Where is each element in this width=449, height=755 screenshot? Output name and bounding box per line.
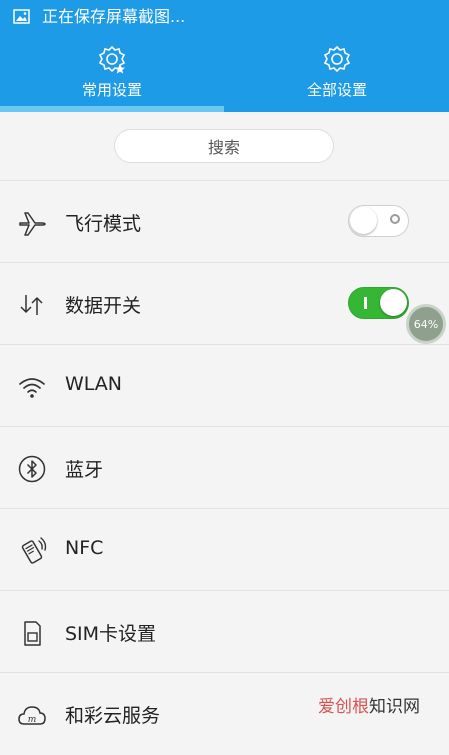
gear-icon — [323, 45, 351, 73]
wifi-icon — [19, 378, 45, 398]
setting-label: 飞行模式 — [65, 213, 142, 235]
setting-data-switch[interactable]: 数据开关 — [0, 263, 449, 345]
setting-nfc[interactable]: NFC — [0, 509, 449, 591]
setting-label: 数据开关 — [65, 295, 142, 317]
airplane-mode-toggle[interactable] — [348, 205, 409, 237]
bluetooth-icon — [18, 455, 46, 483]
gear-star-icon — [98, 45, 126, 74]
airplane-icon — [19, 212, 46, 236]
tab-label: 常用设置 — [81, 81, 142, 99]
floating-percentage-badge[interactable]: 64% — [406, 304, 446, 344]
toggle-off-mark — [390, 214, 400, 224]
setting-label: WLAN — [65, 373, 123, 395]
setting-label: SIM卡设置 — [65, 623, 157, 645]
tab-all-settings[interactable]: 全部设置 — [225, 40, 449, 106]
toggle-knob — [350, 207, 377, 234]
setting-airplane-mode[interactable]: 飞行模式 — [0, 181, 449, 263]
status-text: 正在保存屏幕截图... — [42, 7, 186, 26]
tab-label: 全部设置 — [306, 81, 367, 99]
header: 正在保存屏幕截图... 常用设置 全部设置 — [0, 0, 449, 112]
sim-card-icon — [24, 621, 41, 646]
data-switch-toggle[interactable] — [348, 287, 409, 319]
setting-label: NFC — [65, 537, 104, 559]
nfc-icon — [21, 537, 47, 564]
svg-text:m: m — [28, 715, 37, 725]
image-notification-icon — [13, 9, 30, 24]
search-input[interactable]: 搜索 — [114, 129, 334, 163]
tab-common-settings[interactable]: 常用设置 — [0, 40, 224, 106]
setting-sim-card[interactable]: SIM卡设置 — [0, 591, 449, 673]
setting-bluetooth[interactable]: 蓝牙 — [0, 427, 449, 509]
cloud-icon: m — [18, 706, 46, 725]
setting-wlan[interactable]: WLAN — [0, 345, 449, 427]
watermark-part1: 爱创根 — [318, 697, 369, 717]
setting-label: 和彩云服务 — [65, 705, 161, 727]
toggle-on-mark — [364, 297, 367, 309]
status-bar: 正在保存屏幕截图... — [0, 0, 449, 34]
setting-label: 蓝牙 — [65, 459, 104, 481]
watermark: 爱创根知识网 — [318, 692, 420, 717]
watermark-part2: 知识网 — [369, 697, 420, 717]
data-transfer-icon — [20, 295, 43, 315]
toggle-knob — [380, 289, 407, 316]
search-area: 搜索 — [0, 112, 449, 181]
